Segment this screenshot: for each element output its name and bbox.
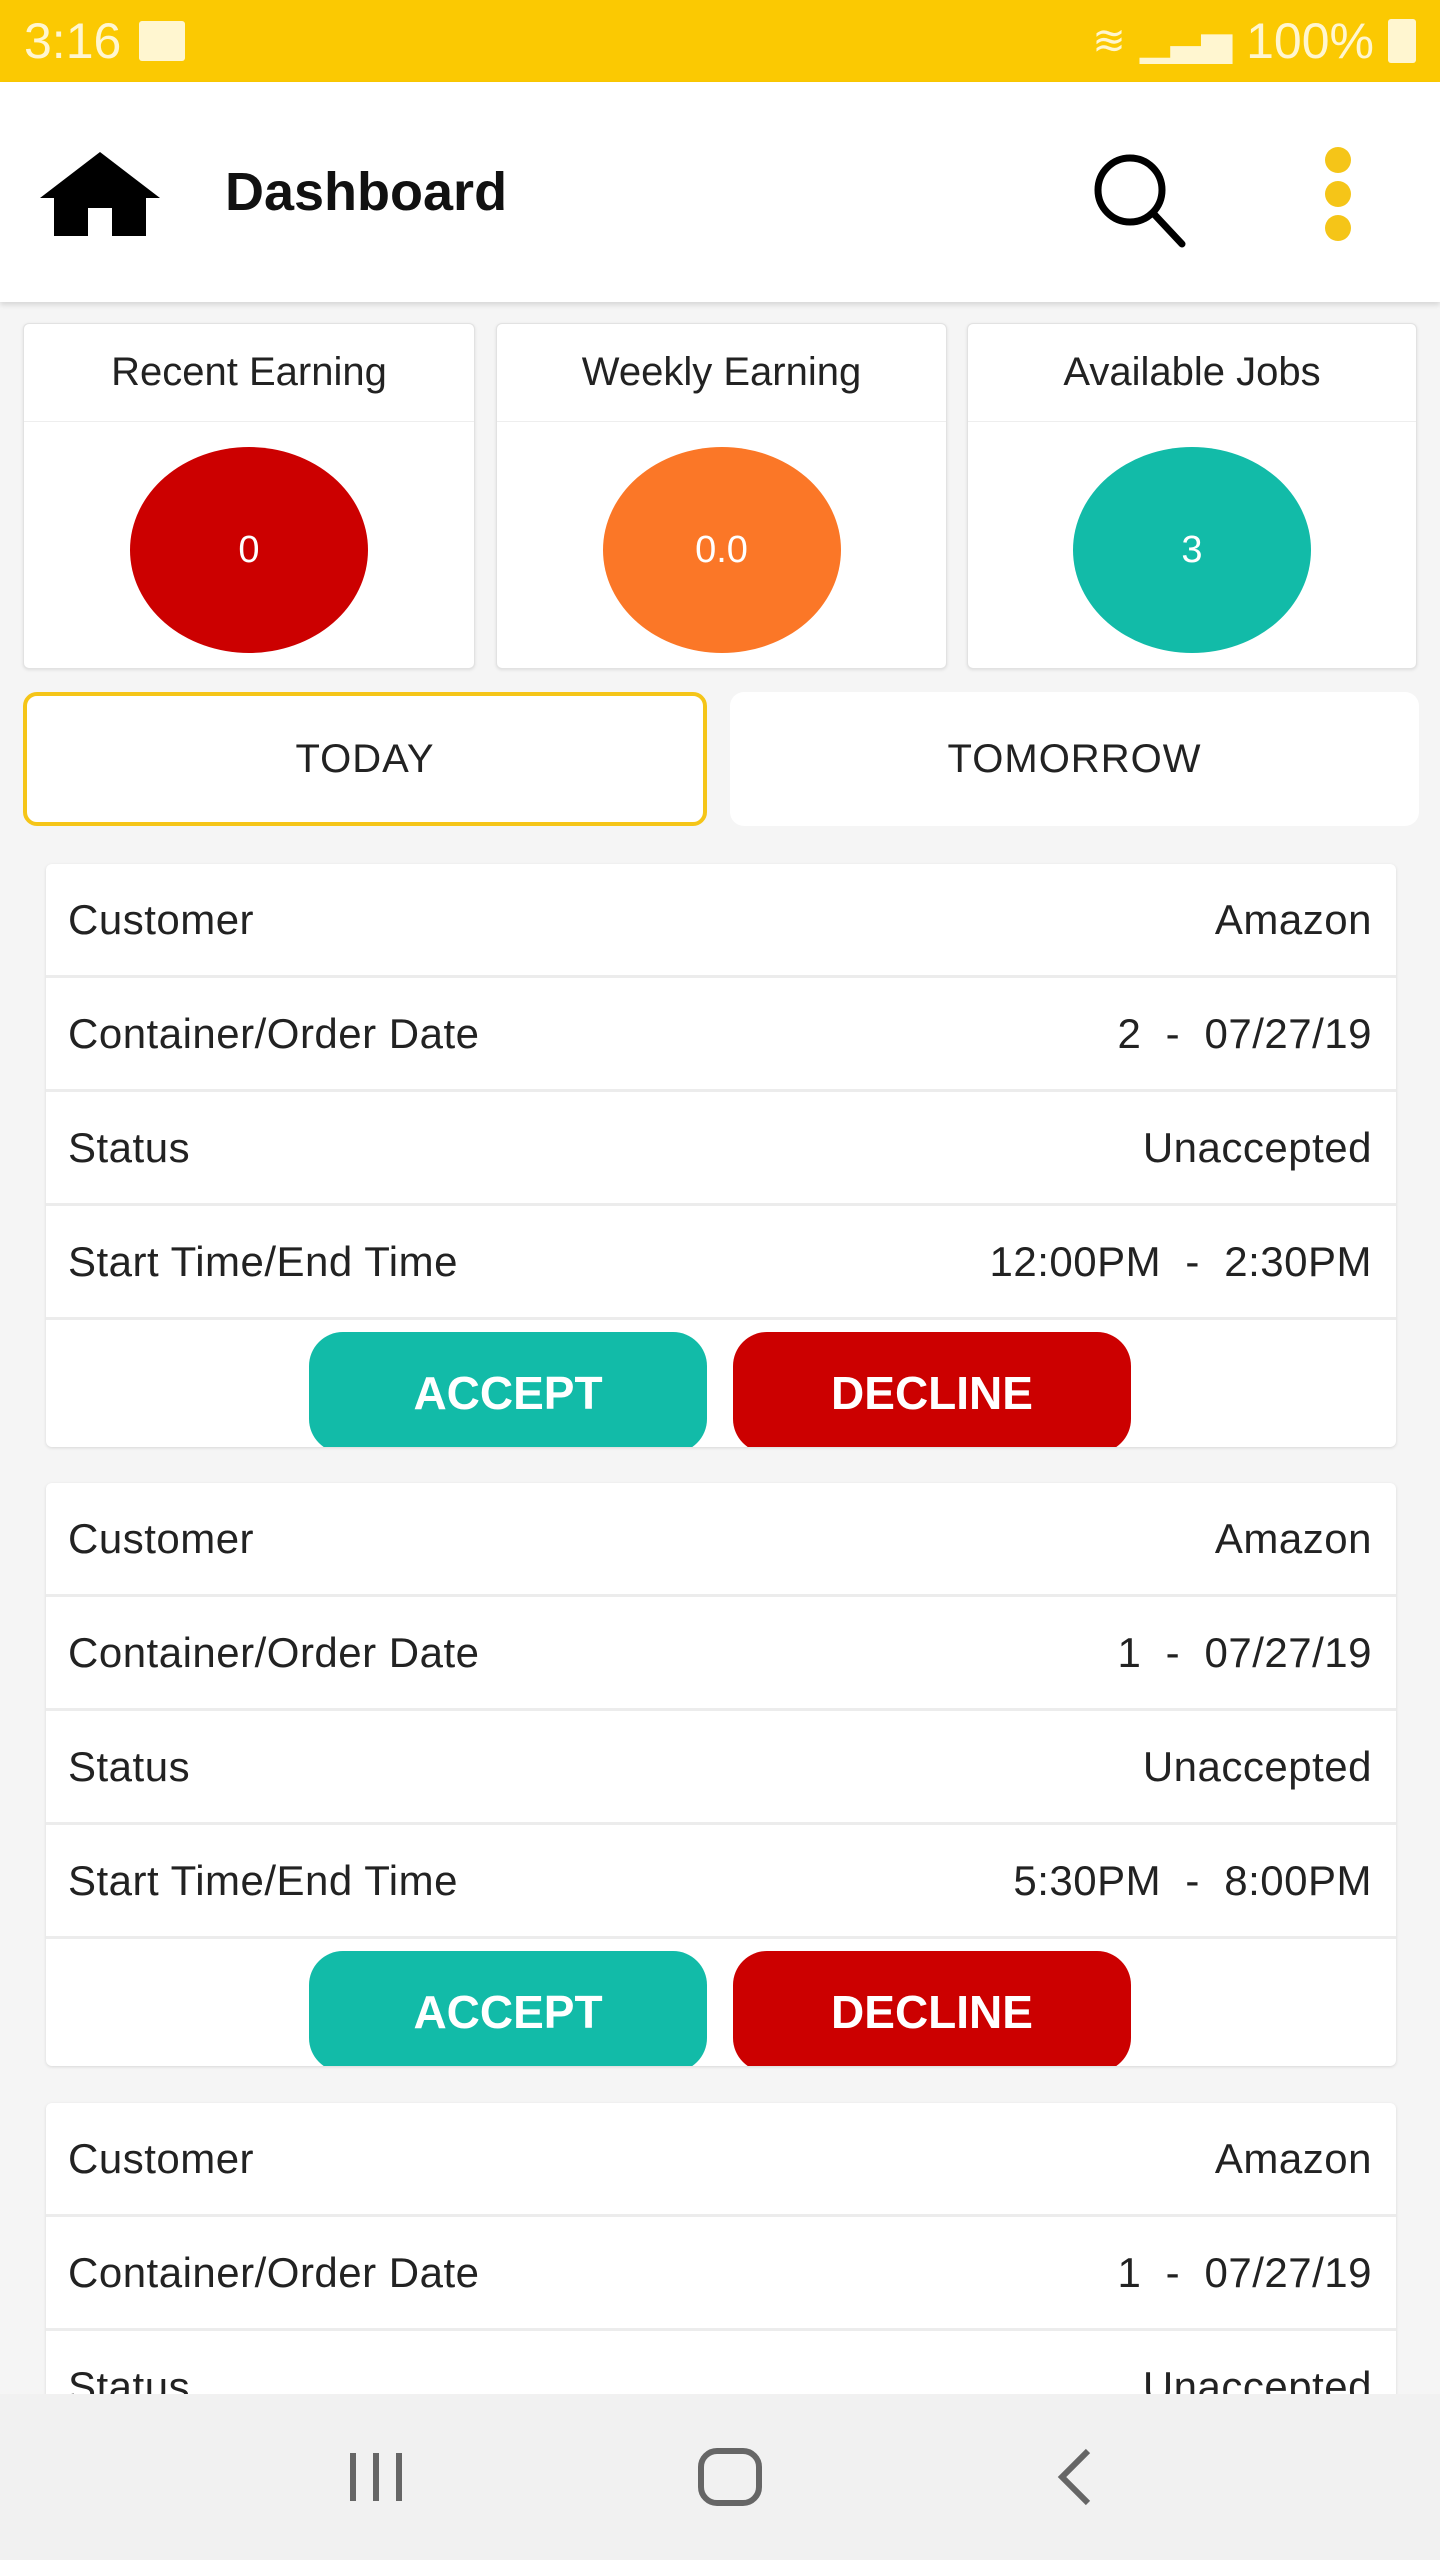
row-label: Customer [68,895,255,943]
job-row-customer: Customer Amazon [46,864,1396,978]
row-label: Status [68,1742,191,1790]
page-title: Dashboard [225,162,508,222]
battery-percent: 100% [1246,13,1374,69]
row-value: Amazon [1214,1514,1372,1562]
row-label: Container/Order Date [68,1628,480,1676]
signal-icon: ▁▃▅ [1139,19,1233,63]
job-row-customer: Customer Amazon [46,2103,1396,2217]
decline-button[interactable]: DECLINE [733,1951,1131,2066]
status-time: 3:16 [24,13,122,69]
row-value: 5:30PM - 8:00PM [1013,1856,1372,1904]
available-jobs-card[interactable]: Available Jobs 3 [967,323,1417,669]
search-icon[interactable] [1090,150,1190,250]
row-value: Amazon [1214,2134,1372,2182]
accept-button[interactable]: ACCEPT [309,1951,707,2066]
stat-label: Weekly Earning [497,324,946,422]
recent-earning-card: Recent Earning 0 [23,323,475,669]
stat-label: Recent Earning [24,324,474,422]
row-label: Start Time/End Time [68,1237,458,1285]
row-label: Start Time/End Time [68,1856,458,1904]
row-label: Status [68,1123,191,1171]
home-nav-icon[interactable] [697,2447,763,2507]
job-row-container-date: Container/Order Date 1 - 07/27/19 [46,2217,1396,2331]
battery-icon [1388,19,1416,63]
job-row-time: Start Time/End Time 12:00PM - 2:30PM [46,1206,1396,1320]
row-value: 12:00PM - 2:30PM [989,1237,1372,1285]
stat-value: 0 [130,447,368,653]
job-card: Customer Amazon Container/Order Date 1 - 0… [46,1483,1396,2066]
home-icon[interactable] [38,150,162,238]
row-value: Unaccepted [1142,1123,1372,1171]
job-row-time: Start Time/End Time 5:30PM - 8:00PM [46,1825,1396,1939]
job-row-status: Status Unaccepted [46,1711,1396,1825]
tab-today[interactable]: TODAY [23,692,707,826]
job-row-container-date: Container/Order Date 1 - 07/27/19 [46,1597,1396,1711]
back-icon[interactable] [1054,2447,1094,2507]
recent-apps-icon[interactable] [346,2449,406,2505]
wifi-icon: ≋ [1092,19,1126,63]
job-card: Customer Amazon Container/Order Date 2 - 0… [46,864,1396,1447]
accept-button[interactable]: ACCEPT [309,1332,707,1447]
row-label: Customer [68,1514,255,1562]
job-row-customer: Customer Amazon [46,1483,1396,1597]
row-value: 1 - 07/27/19 [1117,2248,1372,2296]
row-value: 1 - 07/27/19 [1117,1628,1372,1676]
row-value: Unaccepted [1142,1742,1372,1790]
stat-value: 0.0 [602,447,841,653]
status-bar: 3:16 ≋ ▁▃▅ 100% [0,0,1440,82]
stat-label: Available Jobs [968,324,1416,422]
row-value: Amazon [1214,895,1372,943]
gallery-notification-icon [139,21,186,61]
stat-value: 3 [1073,447,1311,653]
job-row-status: Status Unaccepted [46,1092,1396,1206]
system-nav-bar [0,2394,1440,2560]
row-label: Container/Order Date [68,1009,480,1057]
row-value: 2 - 07/27/19 [1117,1009,1372,1057]
row-label: Container/Order Date [68,2248,480,2296]
tab-tomorrow[interactable]: TOMORROW [730,692,1419,826]
weekly-earning-card: Weekly Earning 0.0 [496,323,947,669]
more-menu-icon[interactable] [1318,146,1358,242]
app-bar: Dashboard [0,82,1440,302]
row-label: Customer [68,2134,255,2182]
job-row-container-date: Container/Order Date 2 - 07/27/19 [46,978,1396,1092]
decline-button[interactable]: DECLINE [733,1332,1131,1447]
